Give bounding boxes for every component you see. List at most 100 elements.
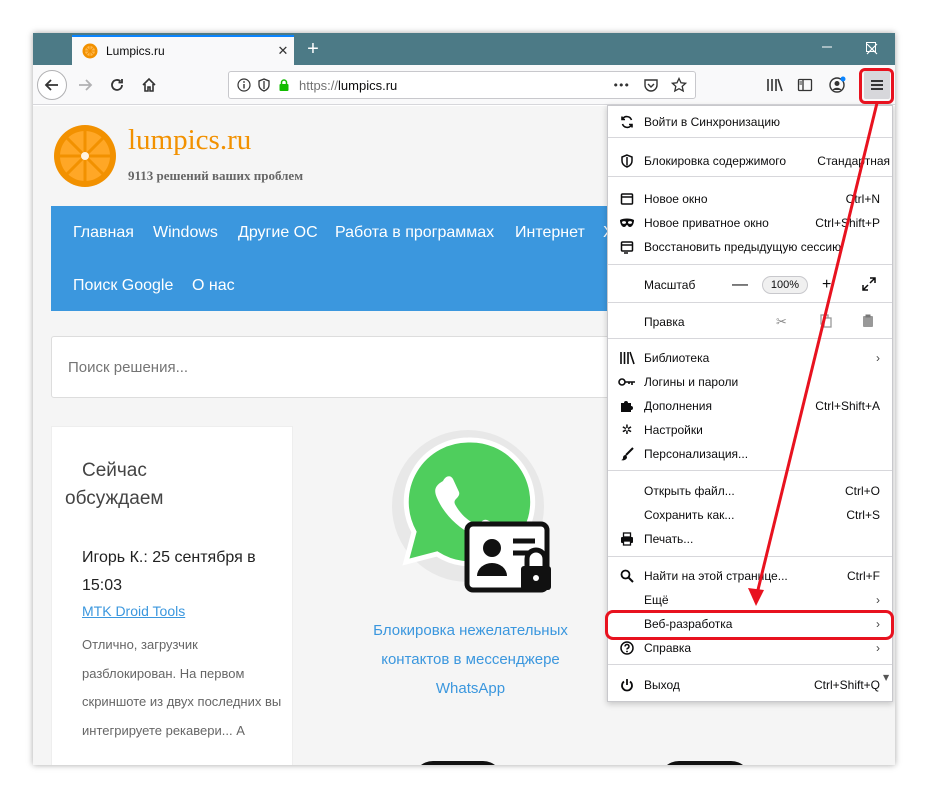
shield-icon[interactable] <box>257 78 271 92</box>
search-icon <box>618 567 636 585</box>
menu-separator <box>608 470 892 471</box>
paste-icon[interactable] <box>862 314 874 331</box>
zoom-in-button[interactable]: + <box>822 276 831 294</box>
home-button[interactable] <box>135 71 163 99</box>
menu-label: Выход <box>644 678 680 692</box>
article-title-link[interactable]: Блокировка нежелательных контактов в мес… <box>368 616 573 703</box>
menu-item-find[interactable]: Найти на этой странице... Ctrl+F <box>608 564 892 588</box>
sync-icon <box>618 113 636 131</box>
forward-button[interactable] <box>71 71 99 99</box>
menu-item-library[interactable]: Библиотека › <box>608 346 892 370</box>
menu-item-more[interactable]: Ещё › <box>608 588 892 612</box>
library-button[interactable] <box>761 71 789 99</box>
menu-label: Правка <box>644 315 685 329</box>
menu-item-logins[interactable]: Логины и пароли <box>608 370 892 394</box>
zoom-reset-button[interactable]: 100% <box>762 276 808 294</box>
menu-item-new-window[interactable]: Новое окно Ctrl+N <box>608 187 892 211</box>
submenu-arrow-icon: › <box>876 593 880 607</box>
search-placeholder: Поиск решения... <box>68 359 189 376</box>
menu-label: Сохранить как... <box>644 508 735 522</box>
sidebar-button[interactable] <box>791 71 819 99</box>
forward-arrow-icon <box>79 79 93 91</box>
menu-item-private-window[interactable]: Новое приватное окно Ctrl+Shift+P <box>608 211 892 235</box>
menu-label: Найти на этой странице... <box>644 569 788 583</box>
url-protocol: https:// <box>299 77 339 93</box>
menu-separator <box>608 338 892 339</box>
web-developer-highlight <box>605 610 894 640</box>
pocket-icon[interactable] <box>643 77 659 93</box>
printer-icon <box>618 530 636 548</box>
private-mask-icon <box>618 214 636 232</box>
menu-item-personalization[interactable]: Персонализация... <box>608 442 892 466</box>
nav-item-google-search[interactable]: Поиск Google <box>73 277 173 295</box>
account-button[interactable] <box>823 71 851 99</box>
help-icon <box>618 639 636 657</box>
lock-icon[interactable] <box>277 78 291 92</box>
nav-item-about[interactable]: О нас <box>192 277 235 295</box>
menu-item-addons[interactable]: Дополнения Ctrl+Shift+A <box>608 394 892 418</box>
nav-item-internet[interactable]: Интернет <box>515 224 585 242</box>
address-bar[interactable]: https://lumpics.ru ••• <box>228 71 696 99</box>
nav-item-other-os[interactable]: Другие ОС <box>238 224 318 242</box>
lumpics-logo-icon[interactable] <box>53 124 117 188</box>
cut-icon[interactable]: ✂ <box>776 314 787 330</box>
nav-item-programs[interactable]: Работа в программах <box>335 224 494 242</box>
menu-item-sync[interactable]: Войти в Синхронизацию <box>608 110 892 134</box>
nav-item-home[interactable]: Главная <box>73 224 134 242</box>
menu-label: Открыть файл... <box>644 484 735 498</box>
menu-item-content-blocking[interactable]: Блокировка содержимого Стандартная <box>608 149 892 173</box>
menu-item-zoom: Масштаб — 100% + <box>608 272 892 298</box>
tab-lumpics[interactable]: Lumpics.ru ✕ <box>72 35 294 65</box>
comment-author: Игорь К.: 25 сентября в 15:03 <box>82 549 256 594</box>
menu-item-save-as[interactable]: Сохранить как... Ctrl+S <box>608 503 892 527</box>
whatsapp-block-image[interactable] <box>385 426 565 606</box>
fullscreen-icon[interactable] <box>862 276 876 294</box>
info-icon[interactable] <box>237 78 251 92</box>
menu-shortcut: Ctrl+Shift+Q <box>813 678 880 692</box>
menu-item-restore-session[interactable]: Восстановить предыдущую сессию <box>608 235 892 259</box>
scroll-down-arrow-icon[interactable]: ▼ <box>883 673 889 682</box>
new-window-icon <box>618 190 636 208</box>
power-icon <box>618 676 636 694</box>
menu-item-print[interactable]: Печать... <box>608 527 892 551</box>
navigation-toolbar: https://lumpics.ru ••• <box>33 65 895 105</box>
menu-label: Масштаб <box>644 278 696 292</box>
menu-label: Справка <box>644 641 692 655</box>
tab-title: Lumpics.ru <box>106 44 165 58</box>
page-actions-icon[interactable]: ••• <box>613 79 630 92</box>
sidebar-icon <box>797 78 813 92</box>
site-name[interactable]: lumpics.ru <box>128 124 251 157</box>
menu-label: Персонализация... <box>644 447 749 461</box>
menu-label: Войти в Синхронизацию <box>644 115 781 129</box>
reload-button[interactable] <box>103 71 131 99</box>
close-tab-icon[interactable]: ✕ <box>272 44 294 59</box>
menu-item-exit[interactable]: Выход Ctrl+Shift+Q <box>608 673 892 697</box>
comment-article-link[interactable]: MTK Droid Tools <box>82 603 185 619</box>
close-window-icon[interactable] <box>866 43 878 55</box>
restore-session-icon <box>618 238 636 256</box>
reload-icon <box>111 79 123 91</box>
menu-item-settings[interactable]: ✲ Настройки <box>608 418 892 442</box>
nav-item-windows[interactable]: Windows <box>153 224 218 242</box>
menu-label: Логины и пароли <box>644 375 739 389</box>
menu-shortcut: Ctrl+Shift+A <box>815 399 880 413</box>
next-article-image[interactable] <box>413 761 503 765</box>
bookmark-star-icon[interactable] <box>671 77 687 93</box>
menu-separator <box>608 137 892 138</box>
zoom-out-button[interactable]: — <box>732 276 748 294</box>
menu-label: Восстановить предыдущую сессию <box>644 240 842 254</box>
library-icon <box>767 78 783 92</box>
widget-title-line2: обсуждаем <box>65 488 164 509</box>
menu-separator <box>608 556 892 557</box>
submenu-arrow-icon: › <box>876 641 880 655</box>
next-article-image-2[interactable] <box>659 761 751 765</box>
new-tab-button[interactable]: + <box>301 37 325 61</box>
paintbrush-icon <box>618 445 636 463</box>
back-button[interactable] <box>37 70 67 100</box>
copy-icon[interactable] <box>820 313 832 331</box>
submenu-arrow-icon: › <box>876 351 880 365</box>
menu-item-open-file[interactable]: Открыть файл... Ctrl+O <box>608 479 892 503</box>
home-icon <box>142 77 156 92</box>
menu-separator <box>608 176 892 177</box>
browser-window: Lumpics.ru ✕ + — https://lumpic <box>33 33 895 765</box>
